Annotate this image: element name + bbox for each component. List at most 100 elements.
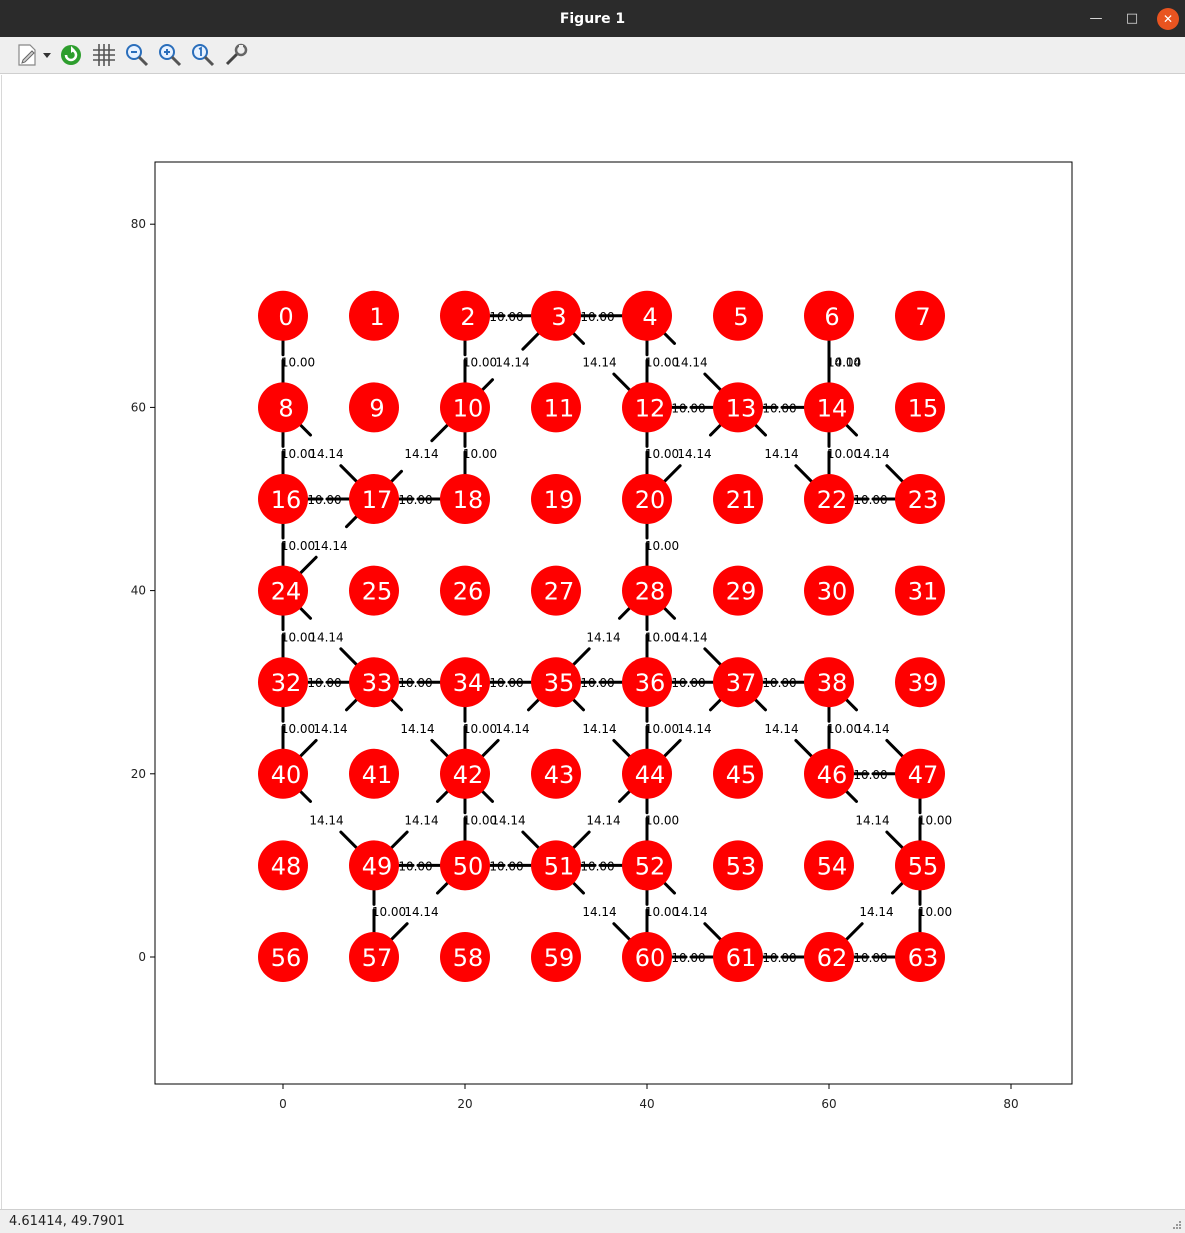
resize-grip-icon[interactable] — [1172, 1220, 1182, 1230]
node-label-14: 14 — [817, 394, 848, 422]
node-label-2: 2 — [460, 303, 475, 331]
edge-weight-label: 14.14 — [309, 814, 343, 828]
edge-weight-label: 10.00 — [489, 859, 523, 873]
node-label-52: 52 — [635, 852, 666, 880]
node-label-0: 0 — [278, 303, 293, 331]
node-label-48: 48 — [271, 852, 302, 880]
edge-weight-label: 10.00 — [463, 722, 497, 736]
edge-weight-label: 10.00 — [398, 493, 432, 507]
edge-weight-label: 14.14 — [404, 447, 438, 461]
edge-weight-label: 10.00 — [671, 676, 705, 690]
edge-weight-label: 14.14 — [495, 722, 529, 736]
node-label-45: 45 — [726, 761, 757, 789]
node-label-44: 44 — [635, 761, 666, 789]
node-label-62: 62 — [817, 944, 848, 972]
edge-weight-label: 14.14 — [582, 356, 616, 370]
node-label-9: 9 — [369, 394, 384, 422]
edge-weight-label: 14.14 — [764, 722, 798, 736]
node-label-16: 16 — [271, 486, 302, 514]
node-label-24: 24 — [271, 578, 302, 606]
cursor-coordinates: 4.61414, 49.7901 — [9, 1214, 125, 1229]
y-tick-label: 0 — [138, 950, 146, 964]
edge-weight-label: 14.14 — [673, 356, 707, 370]
edge-weight-label: 14.14 — [309, 447, 343, 461]
zoom-in-icon[interactable] — [155, 40, 185, 70]
edit-icon[interactable] — [12, 40, 42, 70]
node-label-53: 53 — [726, 852, 757, 880]
edge-weight-label: 14.14 — [586, 814, 620, 828]
zoom-reset-icon[interactable] — [188, 40, 218, 70]
node-label-39: 39 — [908, 669, 939, 697]
edge-weight-label: 10.00 — [762, 401, 796, 415]
window-controls: — □ ✕ — [1071, 0, 1179, 37]
node-label-12: 12 — [635, 394, 666, 422]
edge-weight-label: 10.00 — [671, 951, 705, 965]
node-label-3: 3 — [551, 303, 566, 331]
node-label-42: 42 — [453, 761, 484, 789]
node-label-26: 26 — [453, 578, 484, 606]
edge-weight-label: 10.00 — [489, 310, 523, 324]
node-label-22: 22 — [817, 486, 848, 514]
node-label-6: 6 — [824, 303, 839, 331]
edge-weight-label: 10.00 — [671, 401, 705, 415]
node-label-49: 49 — [362, 852, 393, 880]
edge-weight-label: 14.14 — [491, 814, 525, 828]
node-label-11: 11 — [544, 394, 575, 422]
edge-weight-label: 10.00 — [372, 905, 406, 919]
node-label-17: 17 — [362, 486, 393, 514]
node-label-60: 60 — [635, 944, 666, 972]
node-label-37: 37 — [726, 669, 757, 697]
x-tick-label: 0 — [279, 1097, 287, 1111]
node-label-46: 46 — [817, 761, 848, 789]
edge-weight-label: 14.14 — [495, 356, 529, 370]
edge-weight-label: 14.14 — [309, 630, 343, 644]
node-label-19: 19 — [544, 486, 575, 514]
edge-weight-label: 10.00 — [645, 814, 679, 828]
edge-weight-label: 10.00 — [918, 814, 952, 828]
node-label-31: 31 — [908, 578, 939, 606]
node-label-21: 21 — [726, 486, 757, 514]
node-label-27: 27 — [544, 578, 575, 606]
node-label-63: 63 — [908, 944, 939, 972]
zoom-out-icon[interactable] — [122, 40, 152, 70]
edge-weight-label: 14.14 — [764, 447, 798, 461]
edge-weight-label: 14.14 — [313, 539, 347, 553]
node-label-30: 30 — [817, 578, 848, 606]
edge-weight-label: 10.00 — [398, 859, 432, 873]
node-label-13: 13 — [726, 394, 757, 422]
edge-weight-label: 10.00 — [918, 905, 952, 919]
dropdown-icon[interactable] — [41, 40, 53, 70]
edge-weight-label: 14.14 — [855, 814, 889, 828]
node-label-56: 56 — [271, 944, 302, 972]
edge-weight-label: 10.00 — [281, 722, 315, 736]
node-label-4: 4 — [642, 303, 657, 331]
node-label-43: 43 — [544, 761, 575, 789]
close-icon[interactable]: ✕ — [1157, 7, 1179, 30]
node-label-29: 29 — [726, 578, 757, 606]
edge-weight-label: 10.00 — [853, 493, 887, 507]
x-tick-label: 40 — [639, 1097, 654, 1111]
minimize-icon[interactable]: — — [1085, 8, 1107, 30]
node-label-54: 54 — [817, 852, 848, 880]
edge-weight-label: 10.00 — [463, 447, 497, 461]
node-label-51: 51 — [544, 852, 575, 880]
edge-weight-label: 14.14 — [677, 447, 711, 461]
settings-icon[interactable] — [221, 40, 251, 70]
node-label-34: 34 — [453, 669, 484, 697]
node-label-55: 55 — [908, 852, 939, 880]
node-label-58: 58 — [453, 944, 484, 972]
node-label-47: 47 — [908, 761, 939, 789]
edge-weight-label: 14.14 — [859, 905, 893, 919]
edge-weight-label: 10.00 — [645, 722, 679, 736]
node-label-32: 32 — [271, 669, 302, 697]
node-label-25: 25 — [362, 578, 393, 606]
edge-weight-label: 14.14 — [855, 722, 889, 736]
maximize-icon[interactable]: □ — [1121, 8, 1143, 30]
figure-canvas[interactable]: 0 20 40 60 80 0 20 40 60 80 0 1 2 3 4 5 6 7 8 9 10 11 12 13 14 1… — [1, 75, 1185, 1209]
node-label-20: 20 — [635, 486, 666, 514]
refresh-icon[interactable] — [56, 40, 86, 70]
edge-weight-label: 14.14 — [400, 722, 434, 736]
window-titlebar: Figure 1 — □ ✕ — [0, 0, 1185, 37]
grid-icon[interactable] — [89, 40, 119, 70]
edge-weight-label: 10.00 — [645, 630, 679, 644]
